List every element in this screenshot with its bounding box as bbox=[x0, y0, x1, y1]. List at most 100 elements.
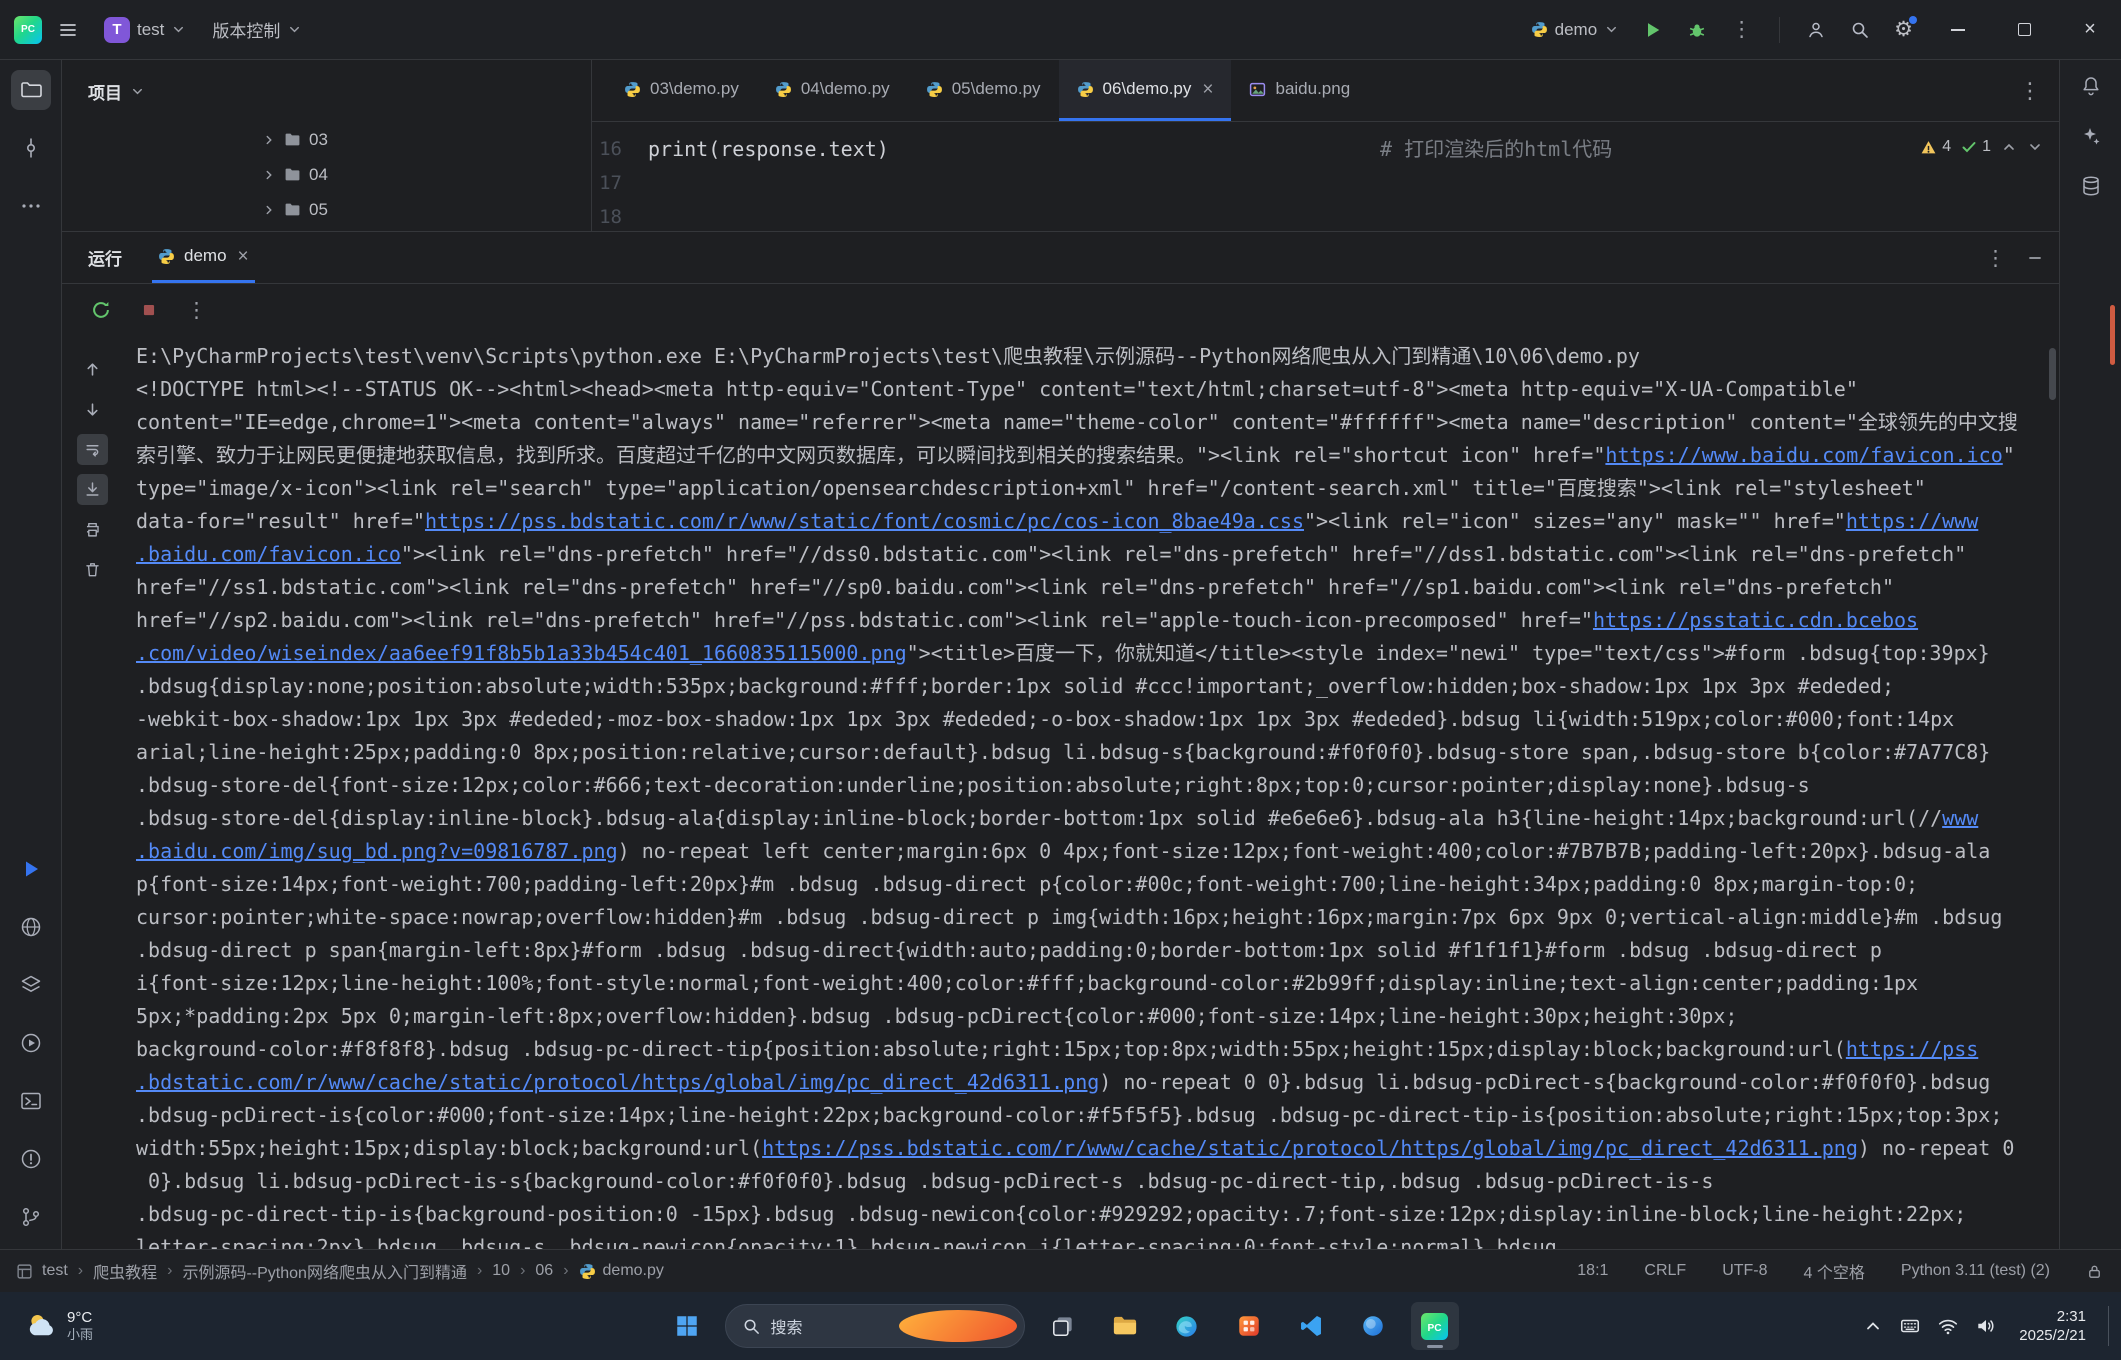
notifications-button[interactable] bbox=[2079, 74, 2103, 98]
maximize-button[interactable] bbox=[1993, 0, 2055, 60]
console-link[interactable]: https://pss.bdstatic.com/r/www/static/fo… bbox=[425, 509, 1304, 533]
tray-chevron-up-icon[interactable] bbox=[1863, 1316, 1883, 1336]
console-scrollbar-thumb[interactable] bbox=[2049, 348, 2056, 400]
hide-panel-icon[interactable] bbox=[2027, 250, 2043, 266]
settings-button[interactable]: ⚙ bbox=[1884, 13, 1923, 46]
taskbar-app-orange[interactable] bbox=[1225, 1302, 1273, 1350]
vscode-button[interactable] bbox=[1287, 1302, 1335, 1350]
run-button[interactable] bbox=[1633, 14, 1673, 46]
scroll-to-top-button[interactable] bbox=[77, 354, 108, 385]
start-button[interactable] bbox=[663, 1302, 711, 1350]
search-everywhere-button[interactable] bbox=[1840, 14, 1880, 46]
main-menu-button[interactable] bbox=[48, 14, 88, 46]
console-link[interactable]: .bdstatic.com/r/www/cache/static/protoco… bbox=[136, 1070, 1099, 1094]
soft-wrap-button[interactable] bbox=[77, 434, 108, 465]
breadcrumb-item[interactable]: 爬虫教程 bbox=[93, 1259, 157, 1283]
breadcrumb-item[interactable]: demo.py bbox=[579, 1262, 664, 1280]
edge-button[interactable] bbox=[1163, 1302, 1211, 1350]
editor-view[interactable]: 16print(response.text)# 打印渲染后的html代码1718… bbox=[592, 122, 2059, 231]
console-link[interactable]: .baidu.com/img/sug_bd.png?v=09816787.png bbox=[136, 839, 618, 863]
run-tool-button[interactable] bbox=[11, 849, 51, 889]
volume-icon[interactable] bbox=[1975, 1315, 1997, 1337]
error-stripe-marker[interactable] bbox=[2110, 305, 2115, 365]
taskbar-app-blue[interactable] bbox=[1349, 1302, 1397, 1350]
editor-tab[interactable]: 05\demo.py bbox=[908, 60, 1059, 121]
taskbar-clock[interactable]: 2:31 2025/2/21 bbox=[2013, 1307, 2086, 1346]
console-more-button[interactable]: ⋮ bbox=[182, 295, 212, 325]
tab-close-icon[interactable]: × bbox=[238, 247, 249, 266]
debug-button[interactable] bbox=[1677, 14, 1717, 46]
close-button[interactable]: × bbox=[2059, 0, 2121, 60]
show-desktop-button[interactable] bbox=[2108, 1306, 2109, 1346]
inspection-widget[interactable]: 4 1 bbox=[1920, 130, 2043, 164]
lock-icon[interactable] bbox=[2086, 1263, 2103, 1280]
console-link[interactable]: https://psstatic.cdn.bcebos bbox=[1593, 608, 1918, 632]
editor-tab[interactable]: 06\demo.py× bbox=[1059, 60, 1232, 121]
run-configuration-widget[interactable]: demo bbox=[1521, 14, 1630, 46]
passed-chunk[interactable]: 1 bbox=[1961, 130, 1991, 164]
problems-tool-button[interactable] bbox=[11, 1139, 51, 1179]
console-link[interactable]: https://www.baidu.com/favicon.ico bbox=[1605, 443, 2002, 467]
scroll-to-end-button[interactable] bbox=[77, 474, 108, 505]
breadcrumb-item[interactable]: 06 bbox=[535, 1262, 553, 1280]
run-tab[interactable]: demo × bbox=[152, 232, 255, 283]
tree-item[interactable]: 04 bbox=[62, 157, 591, 192]
terminal-tool-button[interactable] bbox=[11, 1081, 51, 1121]
warnings-chunk[interactable]: 4 bbox=[1920, 130, 1951, 164]
console-output[interactable]: E:\PyCharmProjects\test\venv\Scripts\pyt… bbox=[122, 336, 2059, 1249]
editor-tab[interactable]: 03\demo.py bbox=[606, 60, 757, 121]
editor-tab[interactable]: 04\demo.py bbox=[757, 60, 908, 121]
console-line: .bdsug-pc-direct-tip-is{background-posit… bbox=[136, 1198, 2059, 1231]
tab-close-icon[interactable]: × bbox=[1202, 80, 1213, 99]
version-control-tool-button[interactable] bbox=[11, 1197, 51, 1237]
tree-item[interactable]: 03 bbox=[62, 122, 591, 157]
print-button[interactable] bbox=[77, 514, 108, 545]
caret-position[interactable]: 18:1 bbox=[1577, 1262, 1608, 1280]
breadcrumb-item[interactable]: 10 bbox=[492, 1262, 510, 1280]
endpoints-tool-button[interactable] bbox=[11, 907, 51, 947]
tray-input-icon[interactable] bbox=[1899, 1315, 1921, 1337]
console-link[interactable]: .com/video/wiseindex/aa6eef91f8b5b1a33b4… bbox=[136, 641, 907, 665]
services-tool-button[interactable] bbox=[11, 965, 51, 1005]
indent-style[interactable]: 4 个空格 bbox=[1804, 1259, 1865, 1283]
more-tool-windows-button[interactable] bbox=[11, 186, 51, 226]
console-link[interactable]: https://pss.bdstatic.com/r/www/cache/sta… bbox=[762, 1136, 1858, 1160]
console-link[interactable]: www bbox=[1942, 806, 1978, 830]
code-with-me-button[interactable] bbox=[1796, 14, 1836, 46]
minimize-button[interactable] bbox=[1927, 0, 1989, 60]
taskbar-search[interactable]: 搜索 bbox=[725, 1304, 1025, 1348]
tab-options-button[interactable]: ⋮ bbox=[2019, 60, 2041, 122]
vcs-widget[interactable]: 版本控制 bbox=[202, 11, 312, 48]
stop-button[interactable] bbox=[134, 295, 164, 325]
commit-tool-button[interactable] bbox=[11, 128, 51, 168]
ai-assistant-button[interactable] bbox=[2079, 124, 2103, 148]
weather-widget[interactable]: 9°C 小雨 bbox=[14, 1292, 103, 1360]
console-line: 5px;*padding:2px 5px 0;margin-left:8px;o… bbox=[136, 1000, 2059, 1033]
editor-tab[interactable]: baidu.png bbox=[1231, 60, 1368, 121]
line-separator[interactable]: CRLF bbox=[1644, 1262, 1686, 1280]
console-link[interactable]: https://pss bbox=[1846, 1037, 1978, 1061]
clear-console-button[interactable] bbox=[77, 554, 108, 585]
breadcrumb-item[interactable]: test bbox=[42, 1262, 68, 1280]
scroll-to-bottom-button[interactable] bbox=[77, 394, 108, 425]
more-actions-button[interactable]: ⋮ bbox=[1721, 11, 1763, 48]
prev-problem-icon[interactable] bbox=[2001, 139, 2017, 155]
pycharm-button[interactable]: PC bbox=[1411, 1302, 1459, 1350]
project-widget[interactable]: T test bbox=[94, 11, 196, 49]
project-panel-header[interactable]: 项目 bbox=[62, 60, 591, 122]
rerun-button[interactable] bbox=[86, 295, 116, 325]
breadcrumb-item[interactable]: 示例源码--Python网络爬虫从入门到精通 bbox=[182, 1259, 466, 1283]
python-interpreter[interactable]: Python 3.11 (test) (2) bbox=[1901, 1262, 2050, 1280]
next-problem-icon[interactable] bbox=[2027, 139, 2043, 155]
project-tool-button[interactable] bbox=[11, 70, 51, 110]
console-link[interactable]: .baidu.com/favicon.ico bbox=[136, 542, 401, 566]
python-console-tool-button[interactable] bbox=[11, 1023, 51, 1063]
file-encoding[interactable]: UTF-8 bbox=[1722, 1262, 1767, 1280]
tree-item[interactable]: 05 bbox=[62, 192, 591, 227]
database-button[interactable] bbox=[2079, 174, 2103, 198]
wifi-icon[interactable] bbox=[1937, 1315, 1959, 1337]
console-link[interactable]: https://www bbox=[1846, 509, 1978, 533]
task-view-button[interactable] bbox=[1039, 1302, 1087, 1350]
file-explorer-button[interactable] bbox=[1101, 1302, 1149, 1350]
options-kebab-icon[interactable]: ⋮ bbox=[1985, 246, 2007, 271]
